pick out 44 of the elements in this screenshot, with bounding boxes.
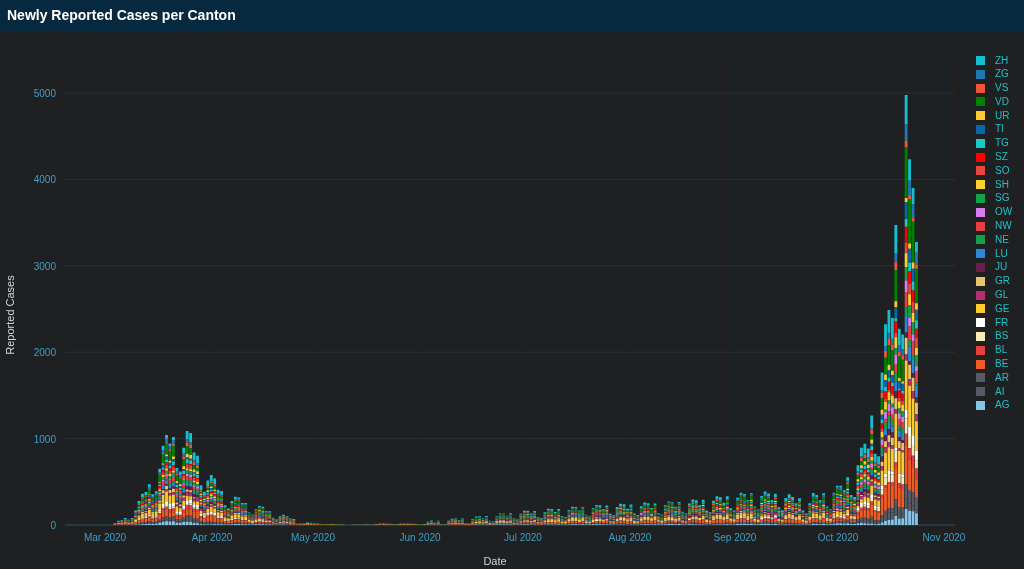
legend-label[interactable]: GE (995, 303, 1010, 314)
y-tick-label: 4000 (33, 174, 56, 186)
legend-label[interactable]: SH (995, 179, 1009, 190)
legend-label[interactable]: FR (995, 317, 1009, 328)
legend-label[interactable]: AI (995, 386, 1005, 397)
x-tick-label: May 2020 (291, 532, 335, 543)
legend-label[interactable]: NW (995, 221, 1012, 232)
legend-label[interactable]: UR (995, 110, 1010, 121)
legend-label[interactable]: GL (995, 290, 1009, 301)
legend-label[interactable]: OW (995, 207, 1013, 218)
legend-label[interactable]: TG (995, 138, 1009, 149)
legend-label[interactable]: SO (995, 165, 1010, 176)
x-tick-label: Mar 2020 (83, 532, 127, 543)
legend-label[interactable]: VD (995, 96, 1009, 107)
x-tick-label: Nov 2020 (922, 532, 966, 543)
legend-label[interactable]: BS (995, 331, 1009, 342)
legend-label[interactable]: BL (995, 345, 1008, 356)
legend-label[interactable]: ZG (995, 69, 1009, 80)
x-tick-label: Jun 2020 (399, 532, 441, 543)
legend-label[interactable]: LU (995, 248, 1008, 259)
x-tick-label: Jul 2020 (504, 532, 542, 543)
legend-label[interactable]: NE (995, 234, 1009, 245)
legend-label[interactable]: AG (995, 400, 1010, 411)
y-tick-label: 5000 (33, 88, 56, 99)
y-axis-title: Reported Cases (4, 275, 16, 355)
legend-label[interactable]: VS (995, 83, 1009, 94)
x-axis-title: Date (483, 555, 507, 567)
x-tick-label: Oct 2020 (817, 532, 859, 543)
legend-label[interactable]: SZ (995, 152, 1008, 163)
y-tick-label: 0 (50, 520, 56, 531)
legend-label[interactable]: ZH (995, 55, 1009, 66)
legend-label[interactable]: TI (995, 124, 1004, 135)
legend-label[interactable]: JU (995, 262, 1008, 273)
legend-label[interactable]: BE (995, 359, 1009, 370)
y-tick-label: 3000 (33, 260, 56, 272)
x-tick-label: Apr 2020 (191, 532, 233, 543)
y-tick-label: 2000 (33, 347, 56, 359)
y-tick-label: 1000 (33, 433, 56, 445)
page-title: Newly Reported Cases per Canton (7, 6, 236, 25)
legend-label[interactable]: AR (995, 372, 1009, 383)
x-tick-label: Sep 2020 (713, 532, 757, 543)
x-tick-label: Aug 2020 (608, 532, 652, 543)
legend-label[interactable]: SG (995, 193, 1010, 204)
legend-label[interactable]: GR (995, 276, 1010, 287)
